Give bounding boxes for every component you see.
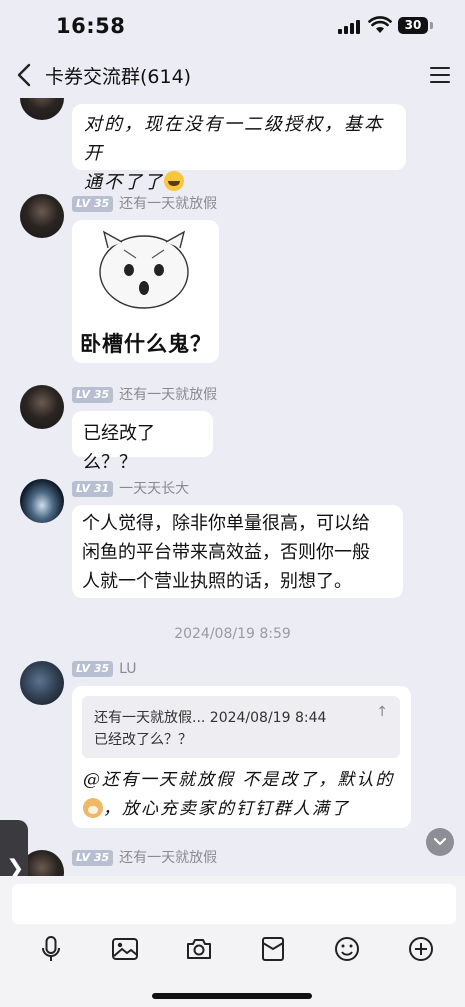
quoted-header: 还有一天就放假... 2024/08/19 8:44 (94, 710, 327, 726)
microphone-icon (42, 936, 60, 961)
red-packet-icon (262, 937, 284, 961)
sender-meta: LV 35 还有一天就放假 (72, 195, 217, 213)
message-text: 人就一个营业执照的话，别想了。 (82, 571, 352, 592)
cellular-signal-icon (338, 20, 362, 34)
image-icon (112, 938, 138, 960)
avatar[interactable] (20, 194, 64, 238)
avatar[interactable] (20, 98, 64, 120)
sender-name: 还有一天就放假 (119, 196, 218, 212)
sticker-caption: 卧槽什么鬼？ (80, 332, 212, 356)
message-list[interactable]: 对的，现在没有一二级授权，基本开 通不了了 LV 35 还有一天就放假 卧槽什么鬼… (0, 98, 465, 876)
jump-to-quote-icon[interactable]: ↑ (376, 704, 388, 720)
group-title: 卡券交流群(614) (45, 66, 192, 88)
avatar[interactable] (20, 385, 64, 429)
camera-button[interactable] (184, 934, 214, 964)
level-badge: LV 35 (72, 196, 114, 212)
status-time: 16:58 (56, 14, 126, 38)
status-bar: 16:58 30 (0, 0, 465, 52)
sender-name: LU (119, 661, 137, 677)
level-badge: LV 35 (72, 850, 114, 866)
chevron-down-icon (433, 837, 447, 846)
plus-icon (409, 937, 433, 961)
sender-name: 一天天长大 (119, 481, 190, 497)
message-timestamp: 2024/08/19 8:59 (174, 626, 291, 642)
sender-meta: LV 35 还有一天就放假 (72, 849, 217, 867)
avatar[interactable] (20, 661, 64, 705)
battery-level: 30 (404, 18, 422, 32)
message-text: 闲鱼的平台带来高效益，否则你一般 (82, 542, 370, 563)
emoji-icon (335, 937, 359, 961)
sender-name: 还有一天就放假 (119, 387, 218, 403)
camera-icon (187, 939, 211, 959)
cat-sticker-image (99, 230, 189, 309)
back-arrow-icon[interactable] (14, 62, 36, 88)
message-text: @还有一天就放假 不是改了，默认的 (83, 770, 395, 790)
more-button[interactable] (406, 934, 436, 964)
level-badge: LV 31 (72, 481, 114, 497)
level-badge: LV 35 (72, 661, 114, 677)
dog-face-icon (83, 798, 103, 818)
message-bubble[interactable]: 对的，现在没有一二级授权，基本开 通不了了 (72, 104, 406, 193)
message-text: 已经改了么？？ (83, 423, 155, 473)
battery-icon: 30 (398, 17, 428, 34)
battery-tip (430, 22, 433, 29)
quoted-message[interactable]: 还有一天就放假... 2024/08/19 8:44 已经改了么？？ ↑ (82, 696, 400, 758)
voice-button[interactable] (36, 934, 66, 964)
laughing-face-icon (164, 171, 184, 191)
emoji-button[interactable] (332, 934, 362, 964)
message-input[interactable] (12, 884, 456, 924)
wifi-icon (368, 16, 392, 33)
sender-name: 还有一天就放假 (119, 850, 218, 866)
message-text: 对的，现在没有一二级授权，基本开 (84, 114, 384, 164)
sender-meta: LV 35 还有一天就放假 (72, 386, 217, 404)
sticker-message[interactable]: 卧槽什么鬼？ (72, 220, 219, 363)
level-badge: LV 35 (72, 387, 114, 403)
image-button[interactable] (110, 934, 140, 964)
home-indicator (152, 993, 312, 999)
composer-toolbar (0, 934, 465, 974)
avatar[interactable] (20, 479, 64, 523)
quoted-text: 已经改了么？？ (94, 732, 192, 748)
message-text: 个人觉得，除非你单量很高，可以给 (82, 513, 370, 534)
chat-header: 卡券交流群(614) (0, 52, 465, 98)
composer (0, 876, 465, 1007)
message-bubble[interactable]: 个人觉得，除非你单量很高，可以给 闲鱼的平台带来高效益，否则你一般 人就一个营业… (72, 505, 403, 598)
sender-meta: LV 31 一天天长大 (72, 480, 189, 498)
message-bubble[interactable]: 已经改了么？？ (72, 411, 213, 473)
message-text: ，放心充卖家的钉钉群人满了 (103, 799, 350, 819)
sender-meta: LV 35 LU (72, 660, 137, 678)
message-text: 通不了了 (84, 172, 164, 193)
red-packet-button[interactable] (258, 934, 288, 964)
scroll-to-bottom-button[interactable] (426, 828, 454, 856)
message-text: @还有一天就放假 不是改了，默认的 ，放心充卖家的钉钉群人满了 (83, 766, 407, 824)
menu-icon[interactable] (430, 67, 450, 83)
